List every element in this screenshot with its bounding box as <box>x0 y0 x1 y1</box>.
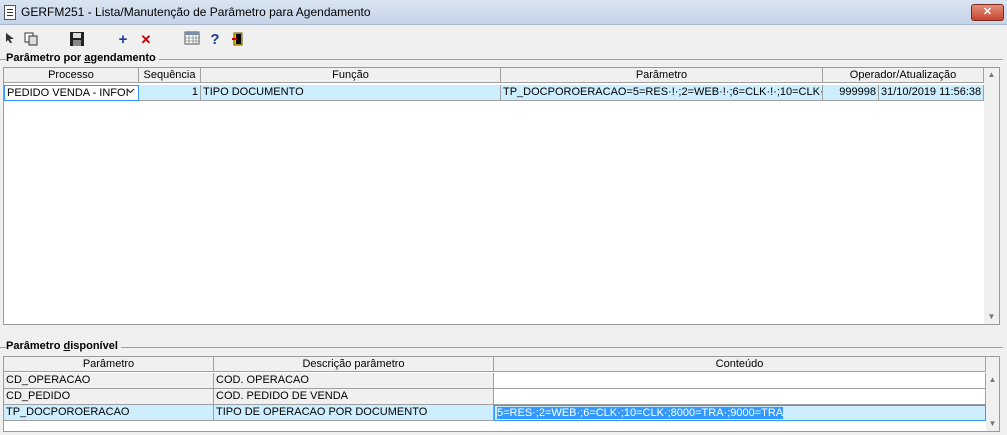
available-params-grid: Parâmetro Descrição parâmetro Conteúdo C… <box>3 356 1000 432</box>
parametro-cell: TP_DOCPOROERACAO <box>4 405 214 421</box>
scroll-up-icon[interactable]: ▲ <box>984 68 999 82</box>
copy-icon[interactable] <box>22 31 40 49</box>
calendar-grid-icon[interactable] <box>183 31 201 49</box>
scroll-down-icon[interactable]: ▼ <box>986 417 999 431</box>
conteudo-input[interactable]: 5=RES·;2=WEB·;6=CLK·;10=CLK·;8000=TRA·;9… <box>494 405 986 421</box>
scroll-down-icon[interactable]: ▼ <box>984 310 999 324</box>
atualizacao-cell[interactable]: 31/10/2019 11:56:38 <box>879 85 984 101</box>
schedule-group-label: Parâmetro por agendamento <box>6 52 159 64</box>
available-group-label: Parâmetro disponível <box>6 340 121 352</box>
delete-icon[interactable]: ✕ <box>137 31 155 49</box>
help-icon[interactable]: ? <box>206 31 224 49</box>
table-row[interactable]: PEDIDO VENDA - INFOI 1 TIPO DOCUMENTO TP… <box>4 85 984 101</box>
column-header-descricao[interactable]: Descrição parâmetro <box>214 357 494 372</box>
column-header-conteudo[interactable]: Conteúdo <box>494 357 986 372</box>
vertical-scrollbar[interactable]: ▲ ▼ <box>984 68 999 324</box>
parametro-cell: CD_OPERACAO <box>4 373 214 389</box>
conteudo-selected-text: 5=RES·;2=WEB·;6=CLK·;10=CLK·;8000=TRA·;9… <box>497 407 784 419</box>
column-header-processo[interactable]: Processo <box>4 68 139 83</box>
table-row[interactable]: TP_DOCPOROERACAO TIPO DE OPERACAO POR DO… <box>4 405 986 421</box>
descricao-cell: COD. PEDIDO DE VENDA <box>214 389 494 405</box>
descricao-cell: COD. OPERACAO <box>214 373 494 389</box>
column-header-parametro[interactable]: Parâmetro <box>4 357 214 372</box>
chevron-down-icon[interactable] <box>123 86 137 100</box>
toolbar: + ✕ ? <box>0 28 1007 52</box>
close-button[interactable]: ✕ <box>971 4 1004 21</box>
descricao-cell: TIPO DE OPERACAO POR DOCUMENTO <box>214 405 494 421</box>
operador-cell[interactable]: 999998 <box>823 85 879 101</box>
processo-combo[interactable]: PEDIDO VENDA - INFOI <box>4 85 139 101</box>
window-title: GERFM251 - Lista/Manutenção de Parâmetro… <box>21 5 371 19</box>
vertical-scrollbar[interactable]: ▲ ▼ <box>986 357 999 431</box>
column-header-operador[interactable]: Operador/Atualização <box>823 68 984 83</box>
add-icon[interactable]: + <box>114 31 132 49</box>
exit-icon[interactable] <box>229 31 247 49</box>
processo-value: PEDIDO VENDA - INFOI <box>7 87 129 99</box>
conteudo-cell[interactable] <box>494 389 986 405</box>
save-icon[interactable] <box>68 31 86 49</box>
parametro-cell[interactable]: TP_DOCPOROERACAO=5=RES·!·;2=WEB·!·;6=CLK… <box>501 85 823 101</box>
group-divider <box>0 347 1003 348</box>
conteudo-cell[interactable] <box>494 373 986 389</box>
sequencia-cell[interactable]: 1 <box>139 85 201 101</box>
parametro-cell: CD_PEDIDO <box>4 389 214 405</box>
schedule-grid: Processo Sequência Função Parâmetro Oper… <box>3 67 1000 325</box>
column-header-sequencia[interactable]: Sequência <box>139 68 201 83</box>
table-row[interactable]: CD_PEDIDO COD. PEDIDO DE VENDA <box>4 389 986 405</box>
scroll-up-icon[interactable]: ▲ <box>986 373 999 387</box>
document-icon <box>4 5 16 20</box>
column-header-funcao[interactable]: Função <box>201 68 501 83</box>
window-titlebar: GERFM251 - Lista/Manutenção de Parâmetro… <box>0 0 1007 25</box>
table-row[interactable]: CD_OPERACAO COD. OPERACAO <box>4 373 986 389</box>
column-header-parametro[interactable]: Parâmetro <box>501 68 823 83</box>
pointer-icon[interactable] <box>2 31 20 49</box>
funcao-cell[interactable]: TIPO DOCUMENTO <box>201 85 501 101</box>
